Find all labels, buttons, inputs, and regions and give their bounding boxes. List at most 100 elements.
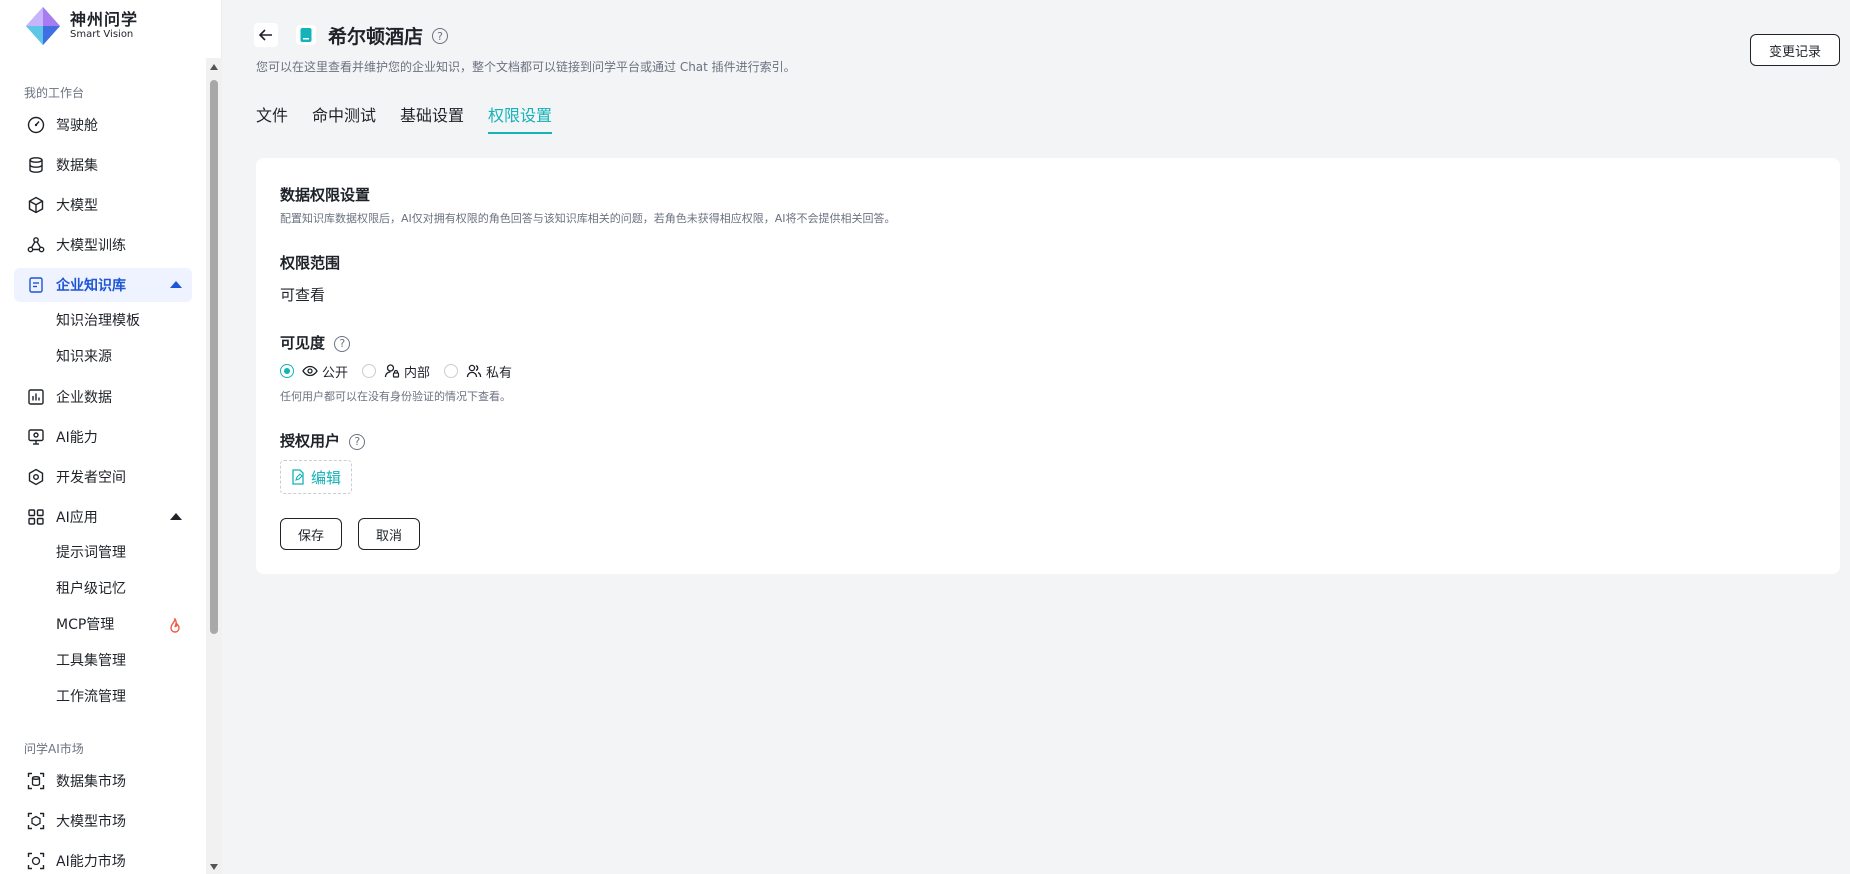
sidebar-item-dataset-market[interactable]: 数据集市场 (14, 764, 192, 798)
sidebar-item-enterprise-data[interactable]: 企业数据 (14, 380, 192, 414)
radio-button[interactable] (362, 364, 377, 378)
sidebar-item-model-training[interactable]: 大模型训练 (14, 228, 192, 262)
knowledge-book-icon (296, 25, 316, 45)
sidebar-scroll-area: 我的工作台 驾驶舱 数据集 大模型 大模型训练 企业知识库 知识治理模板 知识来… (0, 58, 206, 874)
logo-title: 神州问学 (70, 10, 139, 29)
data-permission-description: 配置知识库数据权限后，AI仅对拥有权限的角色回答与该知识库相关的问题，若角色未获… (280, 212, 896, 225)
page-title: 希尔顿酒店 (328, 26, 424, 48)
tab-hit-test[interactable]: 命中测试 (312, 102, 376, 126)
cube-icon (26, 195, 46, 215)
logo[interactable]: 神州问学 Smart Vision (22, 6, 138, 46)
visibility-option-label: 公开 (322, 365, 349, 381)
edit-document-icon (292, 469, 304, 485)
sidebar: 神州问学 Smart Vision 我的工作台 驾驶舱 数据集 大模型 大模型训… (0, 0, 222, 874)
radio-button[interactable] (444, 364, 459, 378)
section-label-market: 问学AI市场 (24, 742, 84, 756)
visibility-option-label: 私有 (486, 365, 513, 381)
sidebar-item-label: AI应用 (56, 510, 98, 526)
sidebar-item-label: AI能力 (56, 430, 98, 446)
visibility-option-internal[interactable]: 内部 (362, 362, 430, 381)
scrollbar-thumb[interactable] (210, 80, 218, 634)
sidebar-subitem-prompt[interactable]: 提示词管理 (56, 538, 186, 568)
sidebar-item-label: 企业数据 (56, 390, 112, 406)
dataset-market-icon (26, 771, 46, 791)
chevron-up-icon[interactable] (170, 281, 182, 288)
grid-icon (26, 507, 46, 527)
scope-value: 可查看 (280, 286, 326, 304)
monitor-icon (26, 427, 46, 447)
sidebar-subitem-tenant-memory[interactable]: 租户级记忆 (56, 574, 186, 604)
visibility-option-public[interactable]: 公开 (280, 362, 348, 381)
visibility-label: 可见度 ? (280, 332, 351, 353)
change-history-button[interactable]: 变更记录 (1750, 34, 1840, 66)
logo-subtitle: Smart Vision (70, 29, 134, 40)
sidebar-item-label: 驾驶舱 (56, 118, 98, 134)
users-icon (466, 364, 482, 378)
training-icon (26, 235, 46, 255)
sidebar-item-knowledge-base[interactable]: 企业知识库 (14, 268, 192, 302)
sidebar-subitem-knowledge-template[interactable]: 知识治理模板 (56, 306, 186, 336)
user-lock-icon (384, 364, 400, 378)
sidebar-subitem-toolset[interactable]: 工具集管理 (56, 646, 186, 676)
ai-market-icon (26, 851, 46, 871)
authorized-users-label-text: 授权用户 (280, 432, 341, 450)
sidebar-subitem-workflow[interactable]: 工作流管理 (56, 682, 186, 712)
database-icon (26, 155, 46, 175)
sidebar-scrollbar[interactable] (206, 58, 222, 874)
tab-permission-settings[interactable]: 权限设置 (488, 102, 552, 126)
cancel-button[interactable]: 取消 (358, 518, 420, 550)
help-icon[interactable]: ? (334, 335, 351, 352)
arrow-left-icon (258, 29, 272, 41)
sidebar-item-label: 大模型市场 (56, 814, 126, 830)
section-label-workbench: 我的工作台 (24, 86, 85, 100)
radio-button[interactable] (280, 364, 294, 378)
sidebar-item-ai-capability[interactable]: AI能力 (14, 420, 192, 454)
sidebar-item-label: AI能力市场 (56, 854, 126, 870)
eye-icon (302, 365, 318, 377)
sidebar-item-label: 数据集 (56, 158, 98, 174)
help-icon[interactable]: ? (432, 28, 448, 44)
scroll-down-icon[interactable] (210, 864, 218, 870)
edit-users-button[interactable]: 编辑 (280, 460, 352, 494)
model-market-icon (26, 811, 46, 831)
sidebar-item-model[interactable]: 大模型 (14, 188, 192, 222)
sidebar-item-model-market[interactable]: 大模型市场 (14, 804, 192, 838)
page-subtitle: 您可以在这里查看并维护您的企业知识，整个文档都可以链接到问学平台或通过 Chat… (256, 60, 796, 74)
back-button[interactable] (254, 23, 278, 47)
sidebar-item-label: 数据集市场 (56, 774, 126, 790)
bar-chart-icon (26, 387, 46, 407)
help-icon[interactable]: ? (349, 433, 366, 450)
visibility-description: 任何用户都可以在没有身份验证的情况下查看。 (280, 390, 511, 403)
visibility-option-private[interactable]: 私有 (444, 362, 512, 381)
sidebar-item-developer-space[interactable]: 开发者空间 (14, 460, 192, 494)
sidebar-item-ai-market[interactable]: AI能力市场 (14, 844, 192, 874)
permission-card: 数据权限设置 配置知识库数据权限后，AI仅对拥有权限的角色回答与该知识库相关的问… (256, 158, 1840, 574)
scroll-up-icon[interactable] (210, 64, 218, 70)
tab-basic-settings[interactable]: 基础设置 (400, 102, 464, 126)
save-button[interactable]: 保存 (280, 518, 342, 550)
sidebar-item-label: 大模型训练 (56, 238, 126, 254)
hexagon-icon (26, 467, 46, 487)
sidebar-item-label: 企业知识库 (56, 278, 126, 294)
sidebar-item-label: 开发者空间 (56, 470, 126, 486)
data-permission-heading: 数据权限设置 (280, 186, 371, 204)
sidebar-item-ai-app[interactable]: AI应用 (14, 500, 192, 534)
knowledge-base-icon (26, 275, 46, 295)
sidebar-item-dataset[interactable]: 数据集 (14, 148, 192, 182)
sidebar-subitem-knowledge-source[interactable]: 知识来源 (56, 342, 186, 372)
edit-button-label: 编辑 (310, 468, 341, 487)
active-tab-indicator (488, 132, 552, 134)
scope-label: 权限范围 (280, 254, 341, 272)
authorized-users-label: 授权用户 ? (280, 430, 366, 451)
main-content: 希尔顿酒店 ? 您可以在这里查看并维护您的企业知识，整个文档都可以链接到问学平台… (222, 0, 1850, 874)
sidebar-item-cockpit[interactable]: 驾驶舱 (14, 108, 192, 142)
dashboard-icon (26, 115, 46, 135)
fire-icon (170, 618, 180, 633)
sidebar-item-label: 大模型 (56, 198, 98, 214)
chevron-up-icon[interactable] (170, 513, 182, 520)
sidebar-subitem-mcp[interactable]: MCP管理 (56, 610, 186, 640)
logo-icon (26, 7, 60, 45)
visibility-radio-group: 公开 内部 私有 (280, 362, 526, 381)
tab-files[interactable]: 文件 (256, 102, 288, 126)
visibility-label-text: 可见度 (280, 334, 326, 352)
